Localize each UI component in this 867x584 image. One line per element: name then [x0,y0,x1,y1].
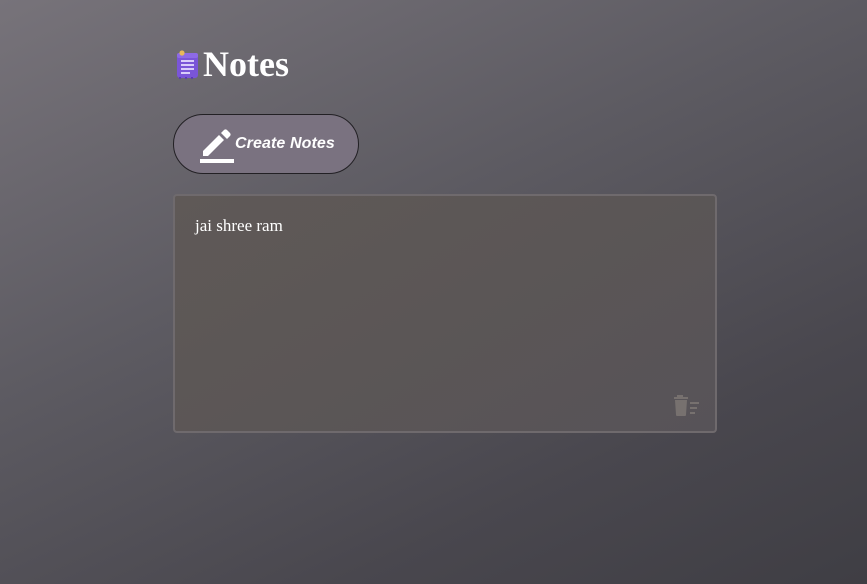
create-notes-button[interactable]: Create Notes [173,114,359,174]
delete-sweep-icon[interactable] [673,393,701,417]
page-title: Notes [203,44,289,84]
note-text[interactable]: jai shree ram [195,216,283,236]
pencil-icon [197,125,235,163]
note-card[interactable]: jai shree ram [173,194,717,433]
notepad-icon [175,49,201,79]
app-header: Notes [175,42,289,86]
create-notes-label: Create Notes [235,135,335,152]
